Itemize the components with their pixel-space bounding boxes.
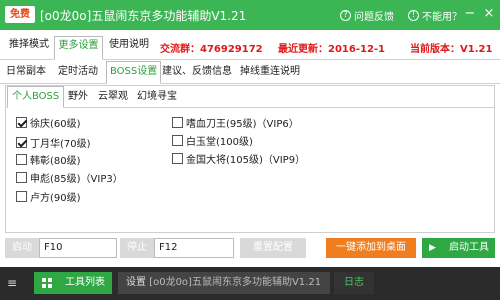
app-title: [o0龙0o]五鼠闹东京多功能辅助V1.21: [40, 9, 247, 23]
feedback-label: 问题反馈: [354, 12, 394, 23]
last-update-info: 最近更新：2016-12-1: [278, 44, 386, 55]
boss-label: 韩彰(80级): [30, 156, 81, 167]
boss-tab-bar: 个人BOSS 野外 云翠观 幻境寻宝: [6, 86, 494, 108]
add-to-desktop-button[interactable]: 一键添加到桌面: [326, 238, 416, 258]
tab-field[interactable]: 野外: [68, 89, 88, 105]
tab-daily-dungeon[interactable]: 日常副本: [6, 64, 46, 80]
boss-checkbox-baiyutang[interactable]: 白玉堂(100级): [172, 133, 253, 148]
boss-label: 徐庆(60级): [30, 119, 81, 130]
checkbox-unchecked[interactable]: [172, 135, 183, 146]
start-label: 启动: [5, 238, 39, 258]
checkbox-checked[interactable]: [16, 117, 27, 128]
main-tab-bar: 推择模式 更多设置 使用说明 交流群：476929172 最近更新：2016-1…: [0, 30, 500, 60]
launch-tool-label: 启动工具: [449, 242, 489, 253]
boss-checkbox-shixuedaowang[interactable]: 嗜血刀王(95级)（VIP6）: [172, 115, 299, 130]
tab-personal-boss[interactable]: 个人BOSS: [7, 86, 65, 108]
tab-boss-settings[interactable]: BOSS设置: [106, 61, 162, 84]
feedback-link[interactable]: ? 问题反馈: [340, 8, 394, 23]
boss-checkbox-jinguodajiang[interactable]: 金国大将(105级)（VIP9）: [172, 151, 305, 166]
checkbox-unchecked[interactable]: [172, 153, 183, 164]
unavailable-label: 不能用？: [422, 12, 462, 23]
play-icon: ▶: [429, 243, 436, 253]
tab-instructions[interactable]: 使用说明: [106, 36, 152, 54]
close-button[interactable]: ×: [482, 7, 496, 21]
grid-icon: [42, 278, 52, 288]
qq-group-info: 交流群：476929172: [160, 44, 263, 55]
checkbox-unchecked[interactable]: [16, 172, 27, 183]
boss-checkbox-hanzhang[interactable]: 韩彰(80级): [16, 152, 81, 167]
minimize-button[interactable]: −: [463, 7, 477, 21]
settings-label: 设置: [126, 277, 146, 288]
boss-checkbox-lufang[interactable]: 卢方(90级): [16, 189, 81, 204]
start-hotkey-field[interactable]: F10: [39, 238, 117, 258]
stop-hotkey-field[interactable]: F12: [154, 238, 234, 258]
question-icon: ?: [340, 10, 351, 21]
launch-tool-button[interactable]: ▶ 启动工具: [422, 238, 495, 258]
boss-checkbox-dingyuehua[interactable]: 丁月华(70级): [16, 135, 91, 150]
tab-yuncui[interactable]: 云翠观: [98, 89, 128, 105]
tab-timed-events[interactable]: 定时活动: [58, 64, 98, 80]
checkbox-unchecked[interactable]: [16, 191, 27, 202]
reset-config-button[interactable]: 重置配置: [240, 238, 306, 258]
taskbar: ≡ 工具列表 设置 [o0龙0o]五鼠闹东京多功能辅助V1.21 日志: [0, 267, 500, 300]
info-icon: !: [408, 10, 419, 21]
tab-mode[interactable]: 推择模式: [6, 36, 52, 54]
checkbox-unchecked[interactable]: [172, 117, 183, 128]
boss-label: 丁月华(70级): [30, 139, 91, 150]
boss-checkbox-shenbiao[interactable]: 申彪(85级)（VIP3）: [16, 170, 123, 185]
boss-checkbox-xuqing[interactable]: 徐庆(60级): [16, 115, 81, 130]
boss-panel: 个人BOSS 野外 云翠观 幻境寻宝 徐庆(60级) 丁月华(70级) 韩彰(8…: [5, 85, 495, 233]
boss-label: 申彪(85级)（VIP3）: [30, 174, 123, 185]
tool-list-label: 工具列表: [65, 277, 105, 288]
tab-more-settings[interactable]: 更多设置: [54, 36, 103, 60]
free-badge: 免费: [5, 6, 35, 23]
stop-label: 停止: [120, 238, 154, 258]
log-button[interactable]: 日志: [334, 272, 374, 294]
checkbox-unchecked[interactable]: [16, 154, 27, 165]
boss-label: 卢方(90级): [30, 193, 81, 204]
taskbar-window-item[interactable]: 设置 [o0龙0o]五鼠闹东京多功能辅助V1.21: [118, 272, 330, 294]
title-bar: 免费 [o0龙0o]五鼠闹东京多功能辅助V1.21 ? 问题反馈 ! 不能用？ …: [0, 0, 500, 30]
checkbox-checked[interactable]: [16, 137, 27, 148]
menu-icon[interactable]: ≡: [7, 276, 17, 290]
boss-label: 白玉堂(100级): [186, 137, 253, 148]
boss-label: 金国大将(105级)（VIP9）: [186, 155, 306, 166]
boss-label: 嗜血刀王(95级)（VIP6）: [186, 119, 299, 130]
tab-illusion-treasure[interactable]: 幻境寻宝: [137, 89, 177, 105]
unavailable-link[interactable]: ! 不能用？: [408, 8, 462, 23]
tab-feedback[interactable]: 建议、反馈信息: [162, 64, 232, 80]
window-title: [o0龙0o]五鼠闹东京多功能辅助V1.21: [149, 277, 322, 288]
sub-tab-bar: 日常副本 定时活动 BOSS设置 建议、反馈信息 掉线重连说明: [0, 60, 500, 84]
tab-reconnect-help[interactable]: 掉线重连说明: [240, 64, 300, 80]
tool-list-button[interactable]: 工具列表: [34, 272, 112, 294]
version-info: 当前版本：V1.21: [410, 44, 493, 55]
